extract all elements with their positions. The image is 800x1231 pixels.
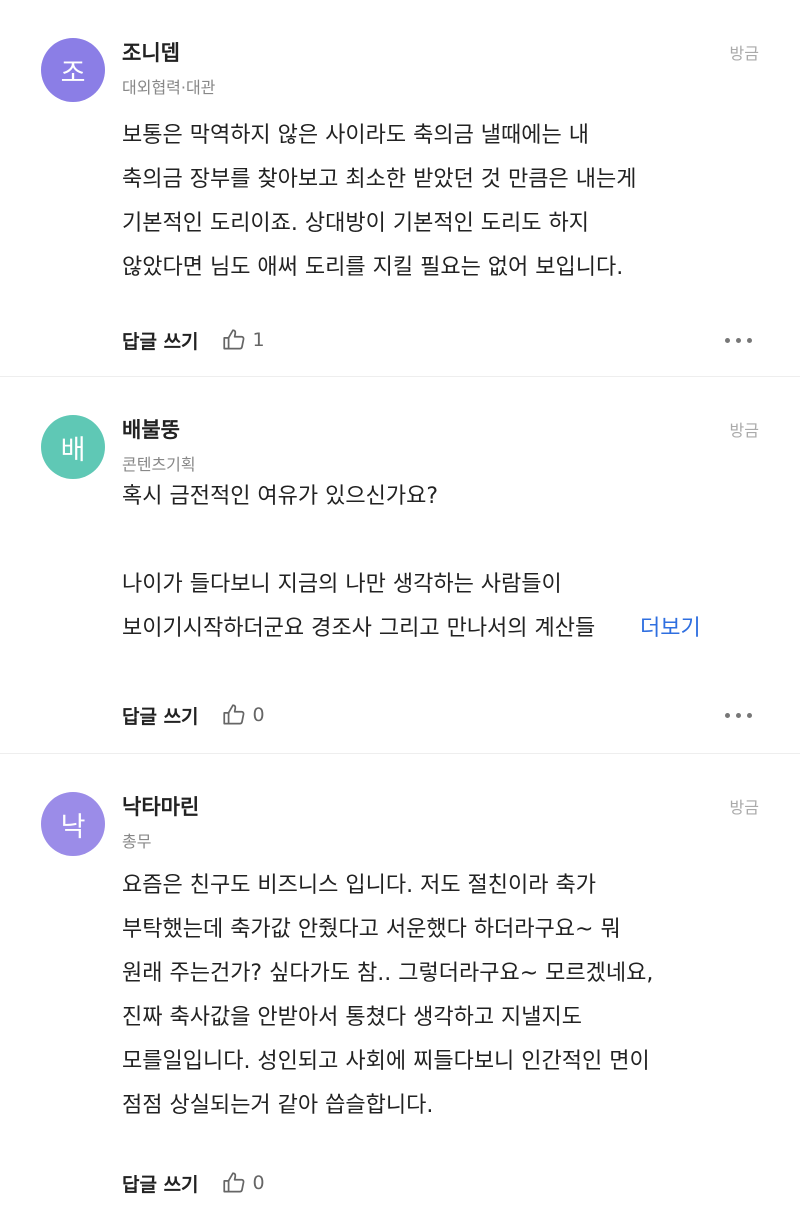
- thumbs-up-icon: [222, 1172, 244, 1193]
- comment-line: [122, 519, 772, 563]
- thumbs-up-icon: [222, 704, 244, 725]
- comment-author-dept: 대외협력·대관: [122, 78, 216, 97]
- comment-actions: 답글 쓰기 0: [122, 1168, 265, 1198]
- avatar[interactable]: 낙: [41, 792, 105, 856]
- comment-line: 혹시 금전적인 여유가 있으신가요?: [122, 484, 439, 509]
- comment-line: 부탁했는데 축가값 안줬다고 서운했다 하더라구요~ 뭐: [122, 917, 621, 942]
- comment-line: 않았다면 님도 애써 도리를 지킬 필요는 없어 보입니다.: [122, 255, 624, 280]
- comment-actions: 답글 쓰기 1: [122, 325, 265, 355]
- comment-item: 낙 낙타마린 총무 방금 요즘은 친구도 비즈니스 입니다. 저도 절친이라 축…: [0, 754, 800, 1231]
- comment-time: 방금: [729, 44, 759, 63]
- comment-body: 보통은 막역하지 않은 사이라도 축의금 낼때에는 내 축의금 장부를 찾아보고…: [122, 114, 772, 290]
- comment-item: 조 조니뎁 대외협력·대관 방금 보통은 막역하지 않은 사이라도 축의금 낼때…: [0, 0, 800, 376]
- reply-button[interactable]: 답글 쓰기: [122, 1170, 199, 1197]
- comment-author-dept: 콘텐츠기획: [122, 455, 196, 474]
- avatar[interactable]: 배: [41, 415, 105, 479]
- comment-line-truncated: 보이기시작하더군요 경조사 그리고 만나서의 계산들: [122, 616, 596, 641]
- comment-line: 나이가 들다보니 지금의 나만 생각하는 사람들이: [122, 572, 562, 597]
- comment-line: 진짜 축사값을 안받아서 통쳤다 생각하고 지낼지도: [122, 1005, 583, 1030]
- comment-author[interactable]: 낙타마린: [122, 791, 199, 821]
- comment-author[interactable]: 조니뎁: [122, 37, 180, 67]
- comment-body: 혹시 금전적인 여유가 있으신가요? 나이가 들다보니 지금의 나만 생각하는 …: [122, 475, 772, 651]
- thumbs-up-icon: [222, 329, 244, 350]
- reply-button[interactable]: 답글 쓰기: [122, 702, 199, 729]
- like-button[interactable]: 1: [221, 327, 265, 353]
- comment-time: 방금: [729, 421, 759, 440]
- comment-line: 보이기시작하더군요 경조사 그리고 만나서의 계산들 더보기: [122, 607, 772, 651]
- like-count: 0: [252, 704, 265, 726]
- avatar[interactable]: 조: [41, 38, 105, 102]
- comment-line: 원래 주는건가? 싶다가도 참.. 그렇더라구요~ 모르겠네요,: [122, 961, 654, 986]
- comment-item: 배 배불뚱 콘텐츠기획 방금 혹시 금전적인 여유가 있으신가요? 나이가 들다…: [0, 377, 800, 753]
- more-link[interactable]: 더보기: [640, 607, 701, 651]
- dot-icon: [725, 712, 730, 718]
- comment-time: 방금: [729, 798, 759, 817]
- more-options-button[interactable]: [725, 700, 752, 730]
- dot-icon: [747, 712, 752, 718]
- like-button[interactable]: 0: [221, 1170, 265, 1196]
- more-options-button[interactable]: [725, 325, 752, 355]
- comment-author[interactable]: 배불뚱: [122, 414, 180, 444]
- comment-line: 점점 상실되는거 같아 씁슬합니다.: [122, 1093, 434, 1118]
- like-count: 0: [252, 1172, 265, 1194]
- dot-icon: [736, 337, 741, 343]
- like-count: 1: [252, 329, 265, 351]
- comment-author-dept: 총무: [122, 832, 152, 851]
- dot-icon: [747, 337, 752, 343]
- comment-line: 기본적인 도리이죠. 상대방이 기본적인 도리도 하지: [122, 211, 590, 236]
- comment-line: 모를일입니다. 성인되고 사회에 찌들다보니 인간적인 면이: [122, 1049, 650, 1074]
- reply-button[interactable]: 답글 쓰기: [122, 327, 199, 354]
- comment-line: 보통은 막역하지 않은 사이라도 축의금 낼때에는 내: [122, 123, 590, 148]
- like-button[interactable]: 0: [221, 702, 265, 728]
- comment-line: 축의금 장부를 찾아보고 최소한 받았던 것 만큼은 내는게: [122, 167, 637, 192]
- comment-body: 요즘은 친구도 비즈니스 입니다. 저도 절친이라 축가 부탁했는데 축가값 안…: [122, 864, 772, 1128]
- comment-line: 요즘은 친구도 비즈니스 입니다. 저도 절친이라 축가: [122, 873, 596, 898]
- dot-icon: [725, 337, 730, 343]
- dot-icon: [736, 712, 741, 718]
- comment-actions: 답글 쓰기 0: [122, 700, 265, 730]
